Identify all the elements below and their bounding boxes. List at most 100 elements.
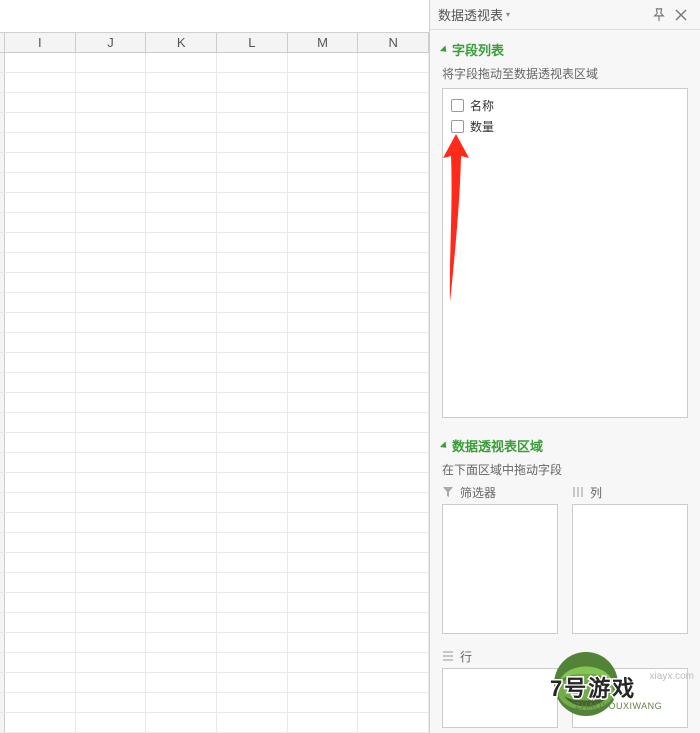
cell[interactable] — [217, 153, 288, 172]
cell[interactable] — [288, 593, 359, 612]
cell[interactable] — [76, 473, 147, 492]
cell[interactable] — [146, 93, 217, 112]
cell[interactable] — [217, 653, 288, 672]
cell[interactable] — [358, 53, 429, 72]
cell[interactable] — [217, 593, 288, 612]
cell[interactable] — [76, 173, 147, 192]
cell[interactable] — [146, 153, 217, 172]
cell[interactable] — [76, 353, 147, 372]
cell[interactable] — [358, 493, 429, 512]
cell[interactable] — [5, 473, 76, 492]
cell[interactable] — [217, 333, 288, 352]
cell[interactable] — [288, 233, 359, 252]
cell[interactable] — [217, 533, 288, 552]
cell[interactable] — [146, 713, 217, 732]
column-drop-box[interactable] — [572, 504, 688, 634]
cell[interactable] — [358, 313, 429, 332]
cell[interactable] — [288, 473, 359, 492]
cell[interactable] — [76, 253, 147, 272]
cell[interactable] — [146, 193, 217, 212]
cell[interactable] — [5, 673, 76, 692]
cell[interactable] — [358, 533, 429, 552]
filter-drop-zone[interactable]: 筛选器 — [442, 484, 558, 634]
field-item-quantity[interactable]: 数量 — [451, 116, 679, 137]
cell[interactable] — [217, 473, 288, 492]
cell[interactable] — [217, 213, 288, 232]
cell[interactable] — [288, 433, 359, 452]
cell[interactable] — [146, 633, 217, 652]
cell[interactable] — [76, 373, 147, 392]
cell[interactable] — [76, 593, 147, 612]
cell[interactable] — [76, 533, 147, 552]
column-header[interactable]: L — [217, 33, 288, 52]
cell[interactable] — [358, 113, 429, 132]
cell[interactable] — [5, 533, 76, 552]
cell[interactable] — [358, 453, 429, 472]
cell[interactable] — [76, 553, 147, 572]
cell[interactable] — [217, 353, 288, 372]
row-drop-zone[interactable]: 行 — [442, 648, 558, 728]
cell[interactable] — [217, 273, 288, 292]
cell[interactable] — [217, 173, 288, 192]
cell[interactable] — [288, 213, 359, 232]
formula-bar[interactable] — [0, 0, 429, 33]
pin-icon[interactable] — [648, 4, 670, 26]
cell[interactable] — [358, 333, 429, 352]
cell[interactable] — [358, 653, 429, 672]
panel-dropdown-icon[interactable]: ▾ — [506, 10, 510, 19]
cell[interactable] — [146, 613, 217, 632]
cell[interactable] — [76, 293, 147, 312]
cell[interactable] — [358, 153, 429, 172]
cell[interactable] — [76, 613, 147, 632]
cell[interactable] — [358, 693, 429, 712]
cell[interactable] — [146, 333, 217, 352]
cell[interactable] — [146, 173, 217, 192]
cell[interactable] — [5, 273, 76, 292]
cell[interactable] — [288, 293, 359, 312]
cell[interactable] — [146, 353, 217, 372]
cell[interactable] — [217, 233, 288, 252]
cell[interactable] — [288, 633, 359, 652]
cell[interactable] — [358, 233, 429, 252]
cell[interactable] — [76, 213, 147, 232]
cell[interactable] — [358, 293, 429, 312]
cell[interactable] — [288, 533, 359, 552]
cell[interactable] — [76, 633, 147, 652]
cell[interactable] — [5, 653, 76, 672]
cell[interactable] — [358, 213, 429, 232]
cell[interactable] — [146, 513, 217, 532]
cell[interactable] — [76, 133, 147, 152]
cell[interactable] — [5, 633, 76, 652]
cell[interactable] — [358, 573, 429, 592]
cell[interactable] — [5, 713, 76, 732]
cell[interactable] — [217, 493, 288, 512]
cell[interactable] — [76, 53, 147, 72]
cell[interactable] — [288, 653, 359, 672]
column-header[interactable]: K — [146, 33, 217, 52]
cell[interactable] — [5, 593, 76, 612]
cell[interactable] — [146, 473, 217, 492]
close-icon[interactable] — [670, 4, 692, 26]
cell[interactable] — [217, 193, 288, 212]
cell[interactable] — [76, 113, 147, 132]
cell[interactable] — [5, 493, 76, 512]
cell[interactable] — [217, 253, 288, 272]
cell[interactable] — [358, 373, 429, 392]
cell[interactable] — [288, 693, 359, 712]
cell[interactable] — [76, 273, 147, 292]
cell[interactable] — [76, 433, 147, 452]
cell[interactable] — [217, 433, 288, 452]
cell[interactable] — [288, 573, 359, 592]
cell[interactable] — [146, 413, 217, 432]
cell[interactable] — [5, 213, 76, 232]
cell[interactable] — [358, 273, 429, 292]
cell[interactable] — [146, 653, 217, 672]
cell[interactable] — [217, 713, 288, 732]
cell[interactable] — [217, 313, 288, 332]
cell[interactable] — [146, 673, 217, 692]
cell[interactable] — [5, 193, 76, 212]
cell[interactable] — [288, 413, 359, 432]
cell[interactable] — [76, 93, 147, 112]
cell[interactable] — [146, 213, 217, 232]
cell[interactable] — [288, 253, 359, 272]
